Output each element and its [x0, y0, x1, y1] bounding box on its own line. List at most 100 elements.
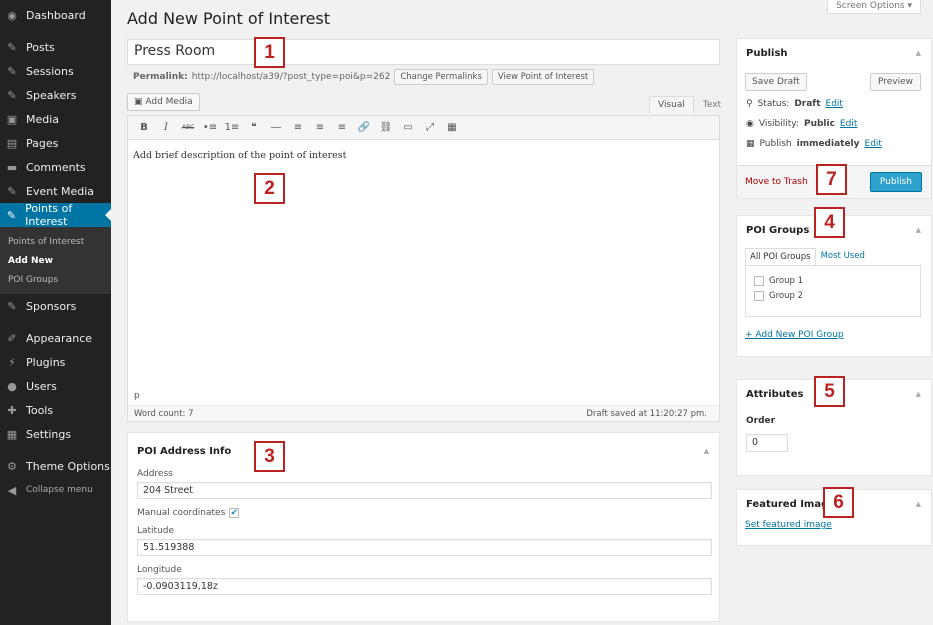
save-draft-button[interactable]: Save Draft [745, 73, 807, 91]
publish-button[interactable]: Publish [869, 172, 922, 192]
appearance-icon: ✐ [7, 331, 17, 345]
edit-visibility-link[interactable]: Edit [840, 119, 857, 129]
users-icon: ● [7, 379, 17, 393]
submenu-poi-groups[interactable]: POI Groups [0, 271, 111, 290]
menu-dashboard[interactable]: ◉ Dashboard [0, 3, 111, 27]
media-icon: ▣ [6, 112, 18, 126]
tab-all-poi-groups[interactable]: All POI Groups [745, 248, 816, 265]
horizontal-rule-icon[interactable]: ― [268, 122, 284, 133]
permalink-row: Permalink: http://localhost/a39/?post_ty… [133, 69, 595, 85]
menu-comments[interactable]: ▬ Comments [0, 155, 111, 179]
submenu-all-poi[interactable]: Points of Interest [0, 233, 111, 252]
longitude-input[interactable]: -0.0903119,18z [137, 578, 712, 595]
group-item[interactable]: Group 2 [754, 291, 920, 301]
move-to-trash-link[interactable]: Move to Trash [745, 177, 808, 187]
set-featured-image-link[interactable]: Set featured image [745, 520, 931, 530]
pin-icon: ✎ [7, 88, 17, 102]
blockquote-icon[interactable]: ❝ [246, 122, 262, 133]
publish-header[interactable]: Publish ▲ [737, 39, 931, 67]
admin-sidebar: ◉ Dashboard ✎ Posts ✎ Sessions ✎ Speakers ▣ M… [0, 0, 111, 625]
group-item[interactable]: Group 1 [754, 276, 920, 286]
toolbar-toggle-icon[interactable]: ▦ [444, 122, 460, 133]
permalink-url[interactable]: http://localhost/a39/?post_type=poi&p=26… [192, 72, 391, 82]
annotation-marker: 5 [814, 376, 845, 407]
latitude-input[interactable]: 51.519388 [137, 539, 712, 556]
align-center-icon[interactable]: ≡ [312, 122, 328, 133]
menu-appearance[interactable]: ✐ Appearance [0, 326, 111, 350]
editor-toolbar: B I ABC •≡ 1≡ ❝ ― ≡ ≡ ≡ 🔗 ⛓ ▭ ⤢ ▦ [128, 116, 719, 140]
edit-date-link[interactable]: Edit [865, 139, 882, 149]
menu-plugins[interactable]: ⚡ Plugins [0, 350, 111, 374]
italic-icon[interactable]: I [158, 122, 174, 133]
tab-text[interactable]: Text [694, 96, 730, 113]
manual-coordinates-row: Manual coordinates ✔ [137, 508, 240, 518]
add-media-button[interactable]: ▣ Add Media [127, 93, 200, 111]
view-poi-button[interactable]: View Point of Interest [491, 69, 595, 85]
change-permalinks-button[interactable]: Change Permalinks [394, 69, 488, 85]
settings-icon: ▦ [6, 427, 18, 441]
pin-icon: ✎ [6, 208, 17, 222]
unlink-icon[interactable]: ⛓ [378, 122, 394, 133]
annotation-marker: 2 [254, 173, 285, 204]
menu-points-of-interest[interactable]: ✎ Points of Interest [0, 202, 111, 228]
draft-saved-status: Draft saved at 11:20:27 pm. [586, 408, 707, 419]
address-label: Address [137, 469, 173, 479]
post-title-input[interactable]: Press Room [127, 39, 720, 65]
link-icon[interactable]: 🔗 [356, 122, 372, 133]
submenu-add-new[interactable]: Add New [0, 252, 111, 271]
align-left-icon[interactable]: ≡ [290, 122, 306, 133]
dashboard-icon: ◉ [7, 8, 17, 22]
content-editor: B I ABC •≡ 1≡ ❝ ― ≡ ≡ ≡ 🔗 ⛓ ▭ ⤢ ▦ Add br… [127, 115, 720, 422]
menu-pages[interactable]: ▤ Pages [0, 131, 111, 155]
align-right-icon[interactable]: ≡ [334, 122, 350, 133]
edit-status-link[interactable]: Edit [826, 99, 843, 109]
order-input[interactable]: 0 [746, 434, 788, 452]
annotation-marker: 1 [254, 37, 285, 68]
fullscreen-icon[interactable]: ⤢ [422, 122, 438, 133]
collapse-menu[interactable]: ◀ Collapse menu [0, 478, 111, 502]
menu-event-media[interactable]: ✎ Event Media [0, 179, 111, 203]
menu-speakers[interactable]: ✎ Speakers [0, 83, 111, 107]
annotation-marker: 3 [254, 441, 285, 472]
longitude-label: Longitude [137, 565, 182, 575]
toggle-icon[interactable]: ▲ [704, 447, 709, 455]
calendar-icon: ▦ [746, 139, 755, 149]
latitude-label: Latitude [137, 526, 175, 536]
manual-coordinates-checkbox[interactable]: ✔ [229, 508, 240, 518]
pin-icon: ✎ [7, 64, 17, 78]
menu-tools[interactable]: ✚ Tools [0, 398, 111, 422]
toggle-icon[interactable]: ▲ [916, 49, 921, 57]
menu-posts[interactable]: ✎ Posts [0, 35, 111, 59]
editor-body[interactable]: Add brief description of the point of in… [128, 140, 719, 171]
menu-sponsors[interactable]: ✎ Sponsors [0, 294, 111, 318]
screen-options-button[interactable]: Screen Options ▾ [827, 0, 921, 14]
toggle-icon[interactable]: ▲ [916, 390, 921, 398]
tools-icon: ✚ [7, 403, 17, 417]
menu-settings[interactable]: ▦ Settings [0, 422, 111, 446]
read-more-icon[interactable]: ▭ [400, 122, 416, 133]
toggle-icon[interactable]: ▲ [916, 226, 921, 234]
menu-theme-options[interactable]: ⚙ Theme Options [0, 454, 111, 478]
tab-visual[interactable]: Visual [649, 96, 694, 113]
address-input[interactable]: 204 Street [137, 482, 712, 499]
poi-address-header[interactable]: POI Address Info ▲ [128, 433, 719, 469]
order-label: Order [746, 416, 776, 426]
menu-users[interactable]: ● Users [0, 374, 111, 398]
editor-tabs: Visual Text [649, 96, 730, 113]
bullet-list-icon[interactable]: •≡ [202, 122, 218, 133]
numbered-list-icon[interactable]: 1≡ [224, 122, 240, 133]
strikethrough-icon[interactable]: ABC [180, 124, 196, 131]
menu-media[interactable]: ▣ Media [0, 107, 111, 131]
group-checkbox[interactable] [754, 291, 764, 301]
tab-most-used[interactable]: Most Used [816, 248, 870, 265]
group-checkbox[interactable] [754, 276, 764, 286]
menu-sessions[interactable]: ✎ Sessions [0, 59, 111, 83]
editor-status-bar: Word count: 7 Draft saved at 11:20:27 pm… [128, 405, 719, 421]
plugins-icon: ⚡ [8, 355, 16, 369]
toggle-icon[interactable]: ▲ [916, 500, 921, 508]
publish-date-row: ▦ Publish immediately Edit [746, 139, 882, 149]
add-new-poi-group-link[interactable]: + Add New POI Group [745, 330, 931, 340]
preview-button[interactable]: Preview [869, 73, 921, 91]
media-icon: ▣ [134, 97, 146, 107]
bold-icon[interactable]: B [136, 122, 152, 133]
